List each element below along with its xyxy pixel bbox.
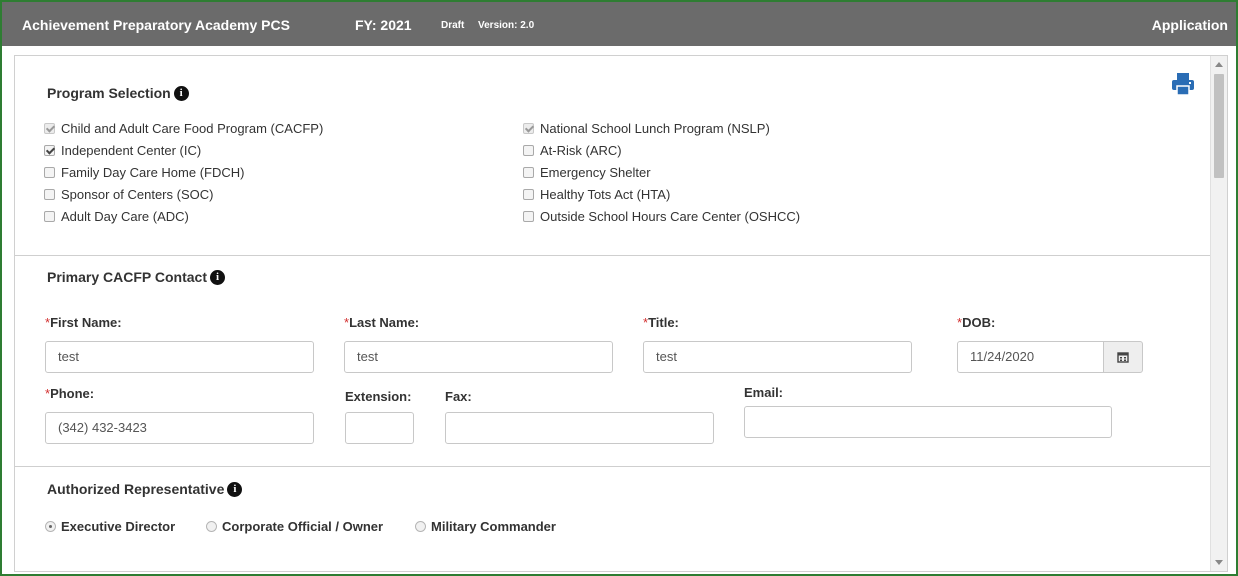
calendar-button[interactable]	[1103, 341, 1143, 373]
last-name-input[interactable]: test	[344, 341, 613, 373]
checkbox[interactable]	[523, 189, 534, 200]
program-checkbox-item[interactable]: Family Day Care Home (FDCH)	[44, 165, 244, 180]
version-label: Version: 2.0	[478, 20, 535, 31]
title-label: *Title:	[643, 315, 679, 330]
section-title: Application	[1151, 17, 1228, 33]
dob-label-text: DOB:	[962, 315, 996, 330]
header-bar: Achievement Preparatory Academy PCS FY: …	[2, 2, 1236, 46]
program-checkbox-item[interactable]: Adult Day Care (ADC)	[44, 209, 189, 224]
checkbox-label: Family Day Care Home (FDCH)	[61, 165, 245, 180]
email-label: Email:	[744, 385, 784, 400]
contact-title-label: Primary CACFP Contact	[47, 269, 208, 285]
first-name-input[interactable]: test	[45, 341, 314, 373]
extension-label: Extension:	[345, 389, 412, 404]
checkbox[interactable]	[44, 211, 55, 222]
fax-label: Fax:	[445, 389, 472, 404]
title-input[interactable]: test	[643, 341, 912, 373]
representative-radio[interactable]: Corporate Official / Owner	[206, 519, 383, 534]
checkbox-label: National School Lunch Program (NSLP)	[540, 121, 770, 136]
radio-label: Executive Director	[61, 519, 176, 534]
radio-label: Military Commander	[431, 519, 556, 534]
radio-button[interactable]	[415, 521, 426, 532]
dob-label: *DOB:	[957, 315, 995, 330]
program-selection-title: Program Selection i	[47, 85, 189, 101]
org-name: Achievement Preparatory Academy PCS	[22, 17, 290, 33]
checkbox-label: Sponsor of Centers (SOC)	[61, 187, 214, 202]
fiscal-year: FY: 2021	[355, 17, 412, 33]
phone-input[interactable]: (342) 432-3423	[45, 412, 314, 444]
info-circle-icon[interactable]: i	[210, 269, 226, 285]
program-checkbox-item[interactable]: Outside School Hours Care Center (OSHCC)	[523, 209, 800, 224]
checkbox[interactable]	[44, 145, 55, 156]
phone-label: *Phone:	[45, 386, 94, 401]
printer-icon[interactable]	[1171, 72, 1195, 96]
checkbox[interactable]	[44, 189, 55, 200]
phone-label-text: Phone:	[50, 386, 95, 401]
first-name-label: *First Name:	[45, 315, 122, 330]
calendar-icon	[1117, 352, 1129, 363]
program-selection-label: Program Selection	[47, 85, 171, 101]
program-checkbox-item[interactable]: Emergency Shelter	[523, 165, 651, 180]
checkbox-label: Independent Center (IC)	[61, 143, 202, 158]
checkbox-label: Adult Day Care (ADC)	[61, 209, 189, 224]
application-frame: Achievement Preparatory Academy PCS FY: …	[0, 0, 1238, 576]
program-checkbox-item: National School Lunch Program (NSLP)	[523, 121, 770, 136]
checkbox[interactable]	[44, 167, 55, 178]
extension-input[interactable]	[345, 412, 414, 444]
contact-title: Primary CACFP Contact i	[47, 269, 226, 285]
info-circle-icon[interactable]: i	[227, 481, 243, 497]
checkbox[interactable]	[523, 145, 534, 156]
checkbox	[523, 123, 534, 134]
representative-title-label: Authorized Representative	[47, 481, 225, 497]
dob-input[interactable]: 11/24/2020	[957, 341, 1104, 373]
radio-label: Corporate Official / Owner	[222, 519, 384, 534]
checkbox[interactable]	[523, 211, 534, 222]
status-badge: Draft	[441, 20, 465, 31]
first-name-label-text: First Name:	[50, 315, 122, 330]
checkbox[interactable]	[523, 167, 534, 178]
representative-radio[interactable]: Executive Director	[45, 519, 175, 534]
checkbox-label: Outside School Hours Care Center (OSHCC)	[540, 209, 801, 224]
program-checkbox-item[interactable]: Healthy Tots Act (HTA)	[523, 187, 670, 202]
title-label-text: Title:	[648, 315, 679, 330]
checkbox-label: Emergency Shelter	[540, 165, 651, 180]
scroll-thumb[interactable]	[1214, 74, 1224, 178]
section-divider	[15, 466, 1211, 467]
checkbox-label: Healthy Tots Act (HTA)	[540, 187, 671, 202]
representative-title: Authorized Representative i	[47, 481, 243, 497]
info-circle-icon[interactable]: i	[173, 85, 189, 101]
section-divider	[15, 255, 1211, 256]
radio-button[interactable]	[45, 521, 56, 532]
representative-radio[interactable]: Military Commander	[415, 519, 556, 534]
checkbox-label: At-Risk (ARC)	[540, 143, 622, 158]
scroll-down-arrow-icon[interactable]	[1215, 560, 1223, 565]
form-panel: Program Selection i Child and Adult Care…	[14, 55, 1228, 572]
checkbox-label: Child and Adult Care Food Program (CACFP…	[61, 121, 324, 136]
radio-button[interactable]	[206, 521, 217, 532]
program-checkbox-item: Child and Adult Care Food Program (CACFP…	[44, 121, 323, 136]
vertical-scrollbar[interactable]	[1210, 56, 1227, 571]
checkbox	[44, 123, 55, 134]
last-name-label: *Last Name:	[344, 315, 419, 330]
program-checkbox-item[interactable]: Independent Center (IC)	[44, 143, 201, 158]
last-name-label-text: Last Name:	[349, 315, 420, 330]
fax-input[interactable]	[445, 412, 714, 444]
program-checkbox-item[interactable]: At-Risk (ARC)	[523, 143, 622, 158]
program-checkbox-item[interactable]: Sponsor of Centers (SOC)	[44, 187, 213, 202]
email-input[interactable]	[744, 406, 1112, 438]
scroll-up-arrow-icon[interactable]	[1215, 62, 1223, 67]
